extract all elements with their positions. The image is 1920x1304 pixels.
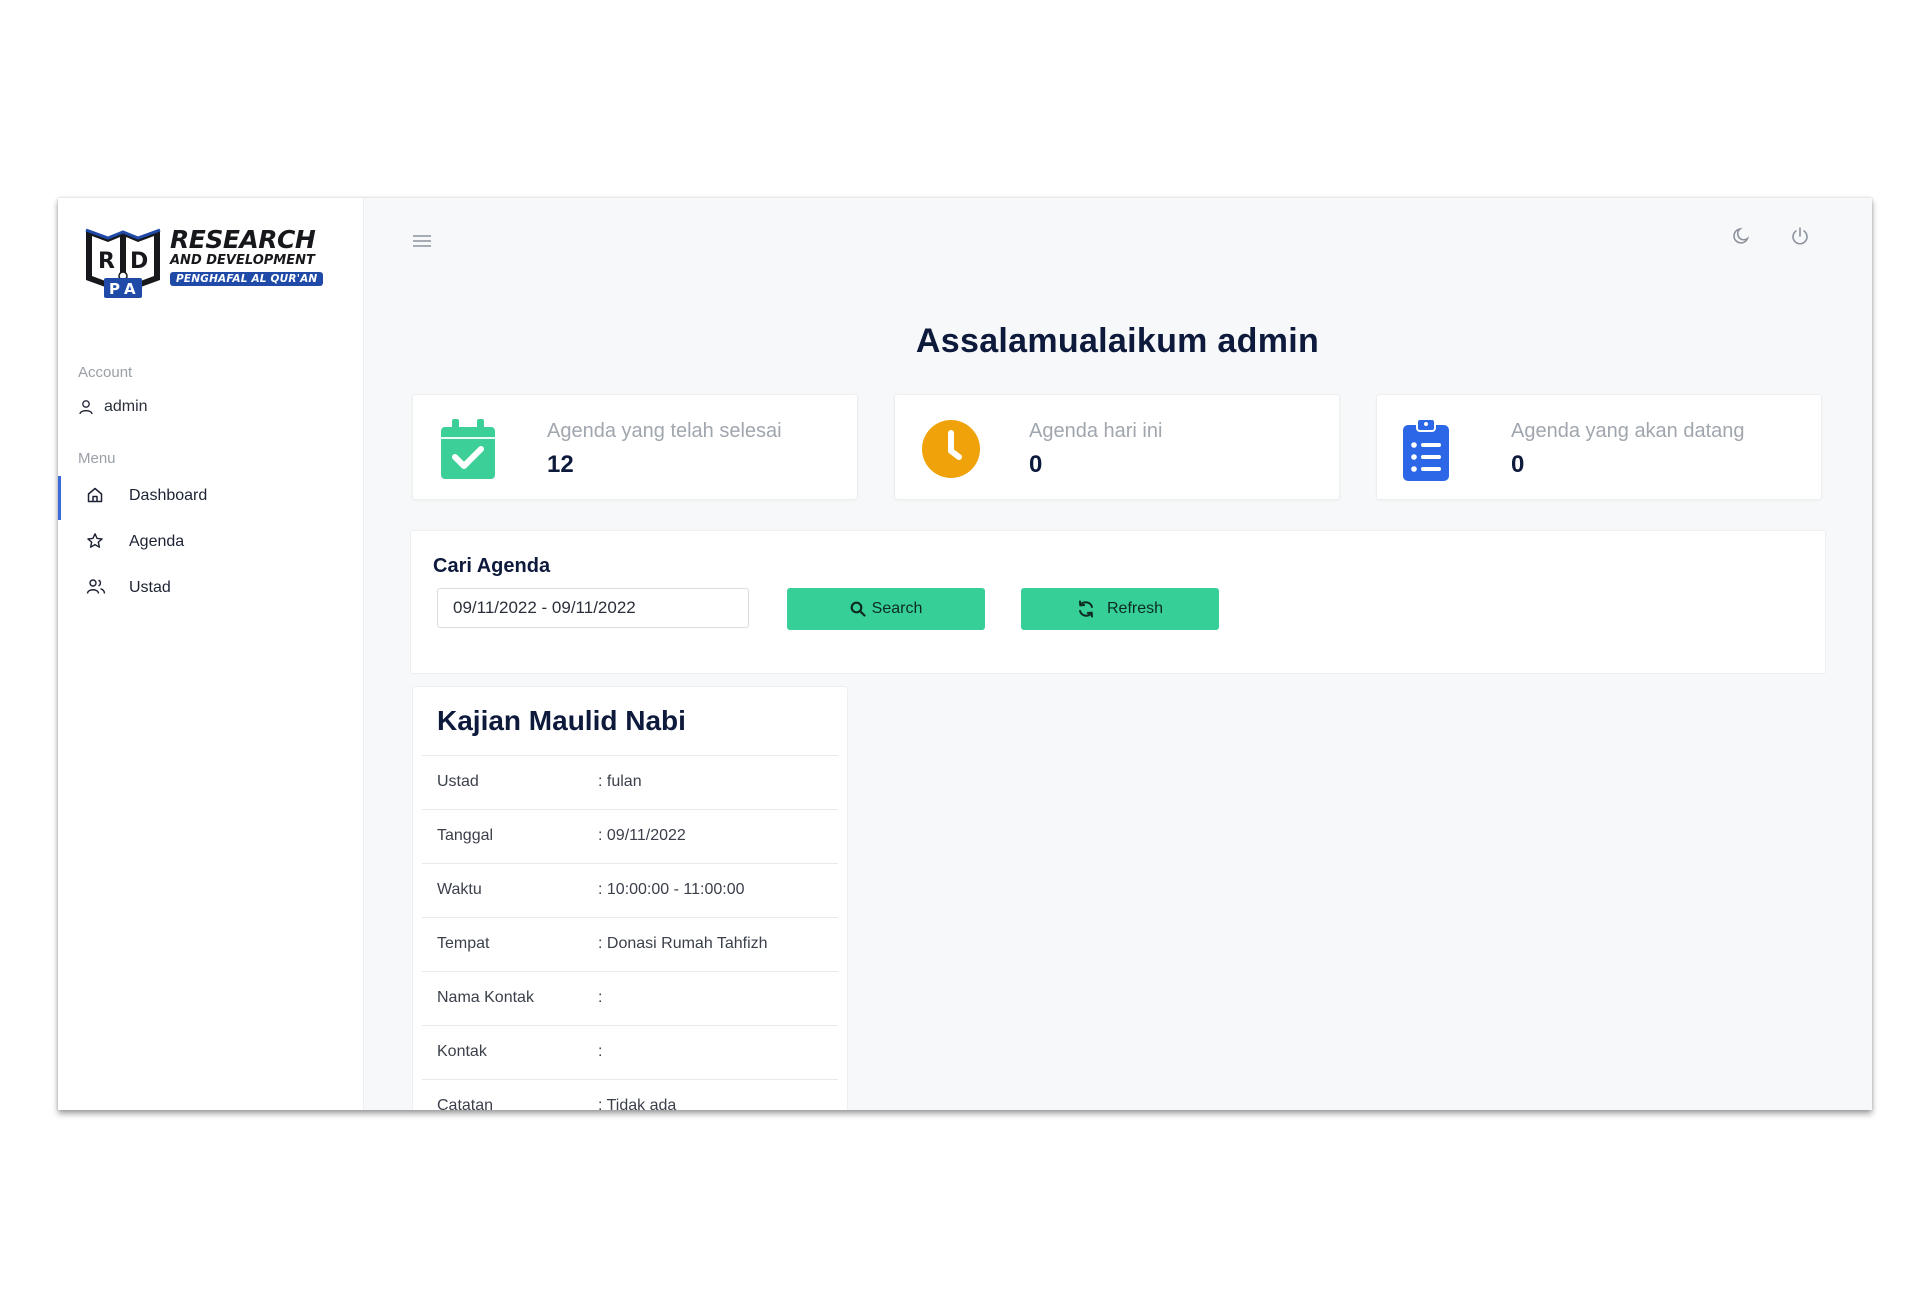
app-window: R D P A RESEARCH AND DEVELOPMENT PENGHAF…: [58, 198, 1872, 1110]
search-button-label: Search: [871, 600, 923, 617]
stat-label: Agenda yang telah selesai: [547, 420, 782, 442]
clock-icon: [922, 420, 980, 478]
search-button[interactable]: Search: [787, 588, 985, 630]
account-heading: Account: [78, 364, 133, 381]
logo[interactable]: R D P A RESEARCH AND DEVELOPMENT PENGHAF…: [82, 222, 342, 302]
menu-heading: Menu: [78, 450, 116, 467]
agenda-title: Kajian Maulid Nabi: [437, 705, 686, 736]
logo-line-2: AND DEVELOPMENT: [170, 253, 315, 268]
refresh-icon: [1078, 600, 1093, 618]
calendar-check-icon: [441, 419, 495, 479]
agenda-row-value: : fulan: [598, 773, 642, 790]
agenda-row-tempat: Tempat : Donasi Rumah Tahfizh: [422, 917, 838, 972]
agenda-row-key: Tanggal: [437, 827, 494, 844]
logo-text: RESEARCH AND DEVELOPMENT PENGHAFAL AL QU…: [170, 225, 324, 287]
logo-line-1: RESEARCH: [170, 225, 316, 254]
account-user[interactable]: admin: [78, 398, 148, 416]
agenda-row-key: Nama Kontak: [437, 989, 534, 1006]
stat-value: 12: [547, 451, 574, 478]
agenda-row-tanggal: Tanggal : 09/11/2022: [422, 809, 838, 864]
stat-card-completed: Agenda yang telah selesai 12: [412, 394, 858, 500]
stat-label: Agenda yang akan datang: [1511, 420, 1745, 442]
svg-text:R: R: [98, 249, 115, 274]
account-username: admin: [104, 398, 148, 415]
sidebar-item-ustad[interactable]: Ustad: [58, 568, 362, 608]
refresh-button[interactable]: Refresh: [1021, 588, 1219, 630]
menu-icon[interactable]: [412, 234, 432, 248]
stat-card-today: Agenda hari ini 0: [894, 394, 1340, 500]
star-icon: [87, 533, 103, 548]
sidebar-item-agenda[interactable]: Agenda: [58, 522, 362, 562]
clipboard-list-icon: [1403, 419, 1449, 481]
users-icon: [86, 579, 106, 594]
agenda-row-waktu: Waktu : 10:00:00 - 11:00:00: [422, 863, 838, 918]
stat-label: Agenda hari ini: [1029, 420, 1163, 442]
agenda-row-key: Catatan: [437, 1097, 494, 1110]
date-range-input[interactable]: [437, 588, 749, 628]
search-panel-title: Cari Agenda: [433, 555, 551, 577]
agenda-row-value: :: [598, 989, 603, 1006]
refresh-button-label: Refresh: [1106, 600, 1164, 617]
agenda-row-value: : 10:00:00 - 11:00:00: [598, 881, 745, 898]
agenda-row-ustad: Ustad : fulan: [422, 755, 838, 810]
agenda-row-key: Kontak: [437, 1043, 487, 1060]
agenda-row-value: : Tidak ada: [598, 1097, 677, 1110]
agenda-row-key: Ustad: [437, 773, 479, 790]
agenda-row-value: :: [598, 1043, 603, 1060]
sidebar-item-label: Dashboard: [129, 487, 208, 504]
sidebar-item-label: Agenda: [129, 533, 185, 550]
stat-card-upcoming: Agenda yang akan datang 0: [1376, 394, 1822, 500]
stat-value: 0: [1029, 451, 1043, 478]
sidebar-item-dashboard[interactable]: Dashboard: [58, 476, 362, 520]
moon-icon[interactable]: [1732, 226, 1752, 246]
page-title: Assalamualaikum admin: [915, 322, 1320, 360]
agenda-row-value: : Donasi Rumah Tahfizh: [598, 935, 768, 952]
logo-mark-icon: R D P A: [85, 228, 161, 298]
agenda-row-key: Tempat: [437, 935, 490, 952]
search-panel: Cari Agenda Search Refresh: [410, 530, 1826, 674]
agenda-row-key: Waktu: [437, 881, 482, 898]
power-icon[interactable]: [1790, 226, 1810, 246]
sidebar-item-label: Ustad: [129, 579, 171, 596]
logo-line-3: PENGHAFAL AL QUR'AN: [170, 272, 324, 286]
agenda-card: Kajian Maulid Nabi Ustad : fulan Tanggal…: [412, 686, 848, 1110]
home-icon: [87, 487, 103, 503]
search-icon: [850, 601, 866, 617]
agenda-row-kontak: Kontak :: [422, 1025, 838, 1080]
stat-value: 0: [1511, 451, 1525, 478]
agenda-row-catatan: Catatan : Tidak ada: [422, 1079, 838, 1110]
sidebar: R D P A RESEARCH AND DEVELOPMENT PENGHAF…: [58, 198, 364, 1110]
user-icon: [79, 400, 93, 415]
svg-text:D: D: [130, 249, 148, 274]
svg-text:A: A: [124, 280, 136, 298]
agenda-row-value: : 09/11/2022: [598, 827, 686, 844]
agenda-row-nama-kontak: Nama Kontak :: [422, 971, 838, 1026]
svg-text:P: P: [109, 280, 120, 298]
